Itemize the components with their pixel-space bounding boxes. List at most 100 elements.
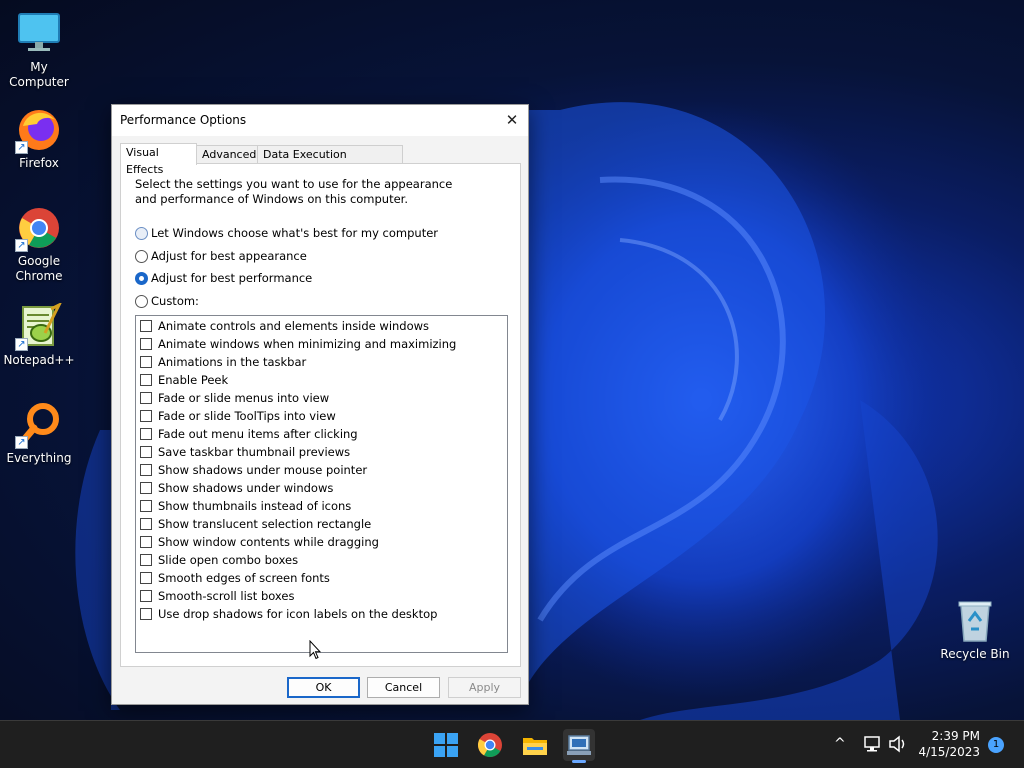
performance-options-dialog: Performance Options ✕ Visual Effects Adv… xyxy=(111,104,529,705)
desktop-icon-my-computer[interactable]: My Computer xyxy=(1,10,77,90)
taskbar-clock[interactable]: 2:39 PM 4/15/2023 xyxy=(910,728,980,760)
checkbox-animate-controls[interactable]: Animate controls and elements inside win… xyxy=(140,317,429,335)
checkbox[interactable] xyxy=(140,590,152,602)
taskbar-file-explorer[interactable] xyxy=(519,729,551,761)
desktop-icon-google-chrome[interactable]: ↗ Google Chrome xyxy=(1,204,77,284)
checkbox-label: Enable Peek xyxy=(158,373,229,387)
checkbox-enable-peek[interactable]: Enable Peek xyxy=(140,371,228,389)
cancel-button[interactable]: Cancel xyxy=(367,677,440,698)
checkbox[interactable] xyxy=(140,392,152,404)
shortcut-arrow-icon: ↗ xyxy=(15,141,28,154)
tab-visual-effects[interactable]: Visual Effects xyxy=(120,143,197,176)
chrome-icon: ↗ xyxy=(15,204,63,252)
radio-best-performance[interactable]: Adjust for best performance xyxy=(135,270,312,286)
checkbox-smooth-fonts[interactable]: Smooth edges of screen fonts xyxy=(140,569,330,587)
ok-button[interactable]: OK xyxy=(287,677,360,698)
checkbox-label: Save taskbar thumbnail previews xyxy=(158,445,351,459)
desktop-icon-label: Everything xyxy=(6,451,72,465)
tab-strip: Visual Effects Advanced Data Execution P… xyxy=(120,143,521,178)
checkbox-label: Show shadows under mouse pointer xyxy=(158,463,368,477)
checkbox-fade-tooltips[interactable]: Fade or slide ToolTips into view xyxy=(140,407,336,425)
checkbox-fade-menu-items[interactable]: Fade out menu items after clicking xyxy=(140,425,358,443)
checkbox[interactable] xyxy=(140,572,152,584)
chevron-up-icon: ^ xyxy=(834,736,846,752)
checkbox[interactable] xyxy=(140,536,152,548)
system-properties-icon xyxy=(567,735,591,755)
apply-button[interactable]: Apply xyxy=(448,677,521,698)
checkbox-label: Animate windows when minimizing and maxi… xyxy=(158,337,457,351)
radio-button[interactable] xyxy=(135,294,148,308)
shortcut-arrow-icon: ↗ xyxy=(15,239,28,252)
close-button[interactable]: ✕ xyxy=(496,105,528,136)
checkbox[interactable] xyxy=(140,482,152,494)
radio-let-windows-choose[interactable]: Let Windows choose what's best for my co… xyxy=(135,225,438,241)
checkbox-label: Show window contents while dragging xyxy=(158,535,379,549)
checkbox[interactable] xyxy=(140,608,152,620)
radio-custom[interactable]: Custom: xyxy=(135,293,199,309)
checkbox[interactable] xyxy=(140,446,152,458)
checkbox-label: Smooth edges of screen fonts xyxy=(158,571,330,585)
taskbar-chrome[interactable] xyxy=(474,729,506,761)
radio-button[interactable] xyxy=(135,271,148,285)
windows-start-icon xyxy=(434,733,458,757)
file-explorer-icon xyxy=(523,738,547,755)
checkbox[interactable] xyxy=(140,518,152,530)
tab-data-execution-prevention[interactable]: Data Execution Prevention xyxy=(257,145,403,178)
checkbox-smooth-scroll[interactable]: Smooth-scroll list boxes xyxy=(140,587,294,605)
checkbox[interactable] xyxy=(140,356,152,368)
show-hidden-icons-button[interactable]: ^ xyxy=(834,733,846,755)
checkbox-slide-combo-boxes[interactable]: Slide open combo boxes xyxy=(140,551,298,569)
notepad-plus-plus-icon: ↗ xyxy=(15,303,63,351)
checkbox-thumbnail-previews[interactable]: Save taskbar thumbnail previews xyxy=(140,443,350,461)
volume-icon[interactable] xyxy=(888,735,908,753)
checkbox-show-thumbnails[interactable]: Show thumbnails instead of icons xyxy=(140,497,351,515)
checkbox-taskbar-animations[interactable]: Animations in the taskbar xyxy=(140,353,306,371)
desktop-icon-recycle-bin[interactable]: Recycle Bin xyxy=(937,597,1013,662)
clock-date: 4/15/2023 xyxy=(918,745,980,759)
radio-label: Custom: xyxy=(151,294,199,308)
taskbar-system-properties[interactable] xyxy=(563,729,595,763)
checkbox[interactable] xyxy=(140,374,152,386)
shortcut-arrow-icon: ↗ xyxy=(15,436,28,449)
checkbox[interactable] xyxy=(140,428,152,440)
close-icon: ✕ xyxy=(505,111,519,129)
checkbox-label: Fade or slide ToolTips into view xyxy=(158,409,336,423)
start-button[interactable] xyxy=(430,729,462,761)
radio-best-appearance[interactable]: Adjust for best appearance xyxy=(135,248,307,264)
radio-button[interactable] xyxy=(135,226,148,240)
recycle-bin-icon xyxy=(951,597,999,645)
checkbox-label: Show translucent selection rectangle xyxy=(158,517,372,531)
checkbox[interactable] xyxy=(140,554,152,566)
checkbox[interactable] xyxy=(140,338,152,350)
taskbar: ^ 2:39 PM 4/15/2023 1 xyxy=(0,720,1024,768)
desktop-icon-label: Notepad++ xyxy=(3,353,75,367)
radio-label: Adjust for best performance xyxy=(151,271,313,285)
desktop-icon-notepad-plus-plus[interactable]: ↗ Notepad++ xyxy=(1,303,77,368)
desktop-icon-everything[interactable]: ↗ Everything xyxy=(1,401,77,466)
checkbox-fade-menus[interactable]: Fade or slide menus into view xyxy=(140,389,329,407)
checkbox[interactable] xyxy=(140,410,152,422)
checkbox-label: Animations in the taskbar xyxy=(158,355,307,369)
tab-advanced[interactable]: Advanced xyxy=(196,145,258,164)
checkbox-window-shadows[interactable]: Show shadows under windows xyxy=(140,479,333,497)
checkbox-translucent-selection[interactable]: Show translucent selection rectangle xyxy=(140,515,371,533)
checkbox-window-contents-dragging[interactable]: Show window contents while dragging xyxy=(140,533,379,551)
checkbox[interactable] xyxy=(140,500,152,512)
panel-description: Select the settings you want to use for … xyxy=(135,177,453,206)
checkbox[interactable] xyxy=(140,464,152,476)
desktop-icon-firefox[interactable]: ↗ Firefox xyxy=(1,106,77,171)
checkbox-drop-shadows-icon-labels[interactable]: Use drop shadows for icon labels on the … xyxy=(140,605,437,623)
checkbox-animate-windows[interactable]: Animate windows when minimizing and maxi… xyxy=(140,335,456,353)
clock-time: 2:39 PM xyxy=(931,729,980,743)
notification-badge[interactable]: 1 xyxy=(988,737,1004,753)
radio-label: Adjust for best appearance xyxy=(151,249,307,263)
network-icon[interactable] xyxy=(864,735,882,753)
checkbox-label: Use drop shadows for icon labels on the … xyxy=(158,607,438,621)
desktop-icon-label: Firefox xyxy=(19,156,59,170)
checkbox-pointer-shadows[interactable]: Show shadows under mouse pointer xyxy=(140,461,367,479)
checkbox[interactable] xyxy=(140,320,152,332)
radio-button[interactable] xyxy=(135,249,148,263)
visual-effects-listbox[interactable]: Animate controls and elements inside win… xyxy=(135,315,508,653)
dialog-titlebar[interactable]: Performance Options ✕ xyxy=(112,105,528,136)
checkbox-label: Animate controls and elements inside win… xyxy=(158,319,430,333)
